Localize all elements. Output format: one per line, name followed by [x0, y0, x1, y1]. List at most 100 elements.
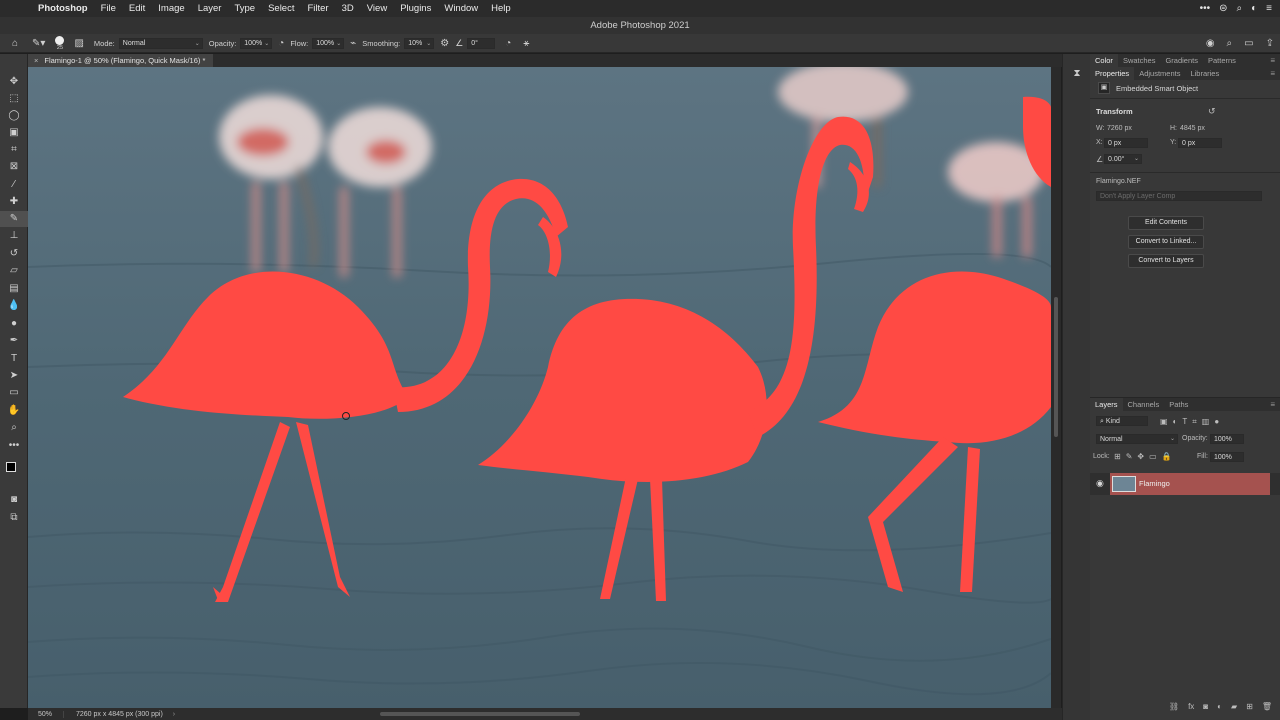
menu-help[interactable]: Help — [485, 3, 518, 14]
gradient-tool-icon[interactable]: ▤ — [0, 281, 28, 297]
new-group-icon[interactable]: ▰ — [1231, 702, 1237, 711]
edit-contents-button[interactable]: Edit Contents — [1128, 216, 1204, 230]
pressure-opacity-icon[interactable]: ◔ — [278, 38, 284, 49]
horizontal-scroll-thumb[interactable] — [380, 712, 580, 716]
layer-row[interactable]: ◉ Flamingo — [1090, 473, 1280, 495]
menu-select[interactable]: Select — [262, 3, 301, 14]
dodge-tool-icon[interactable]: ● — [0, 316, 28, 332]
screen-mode-icon[interactable]: ⧉ — [0, 510, 28, 526]
type-tool-icon[interactable]: T — [0, 351, 28, 367]
link-layers-icon[interactable]: ⛓ — [1169, 702, 1179, 711]
convert-to-linked-button[interactable]: Convert to Linked... — [1128, 235, 1204, 249]
new-layer-icon[interactable]: ⊞ — [1246, 702, 1253, 711]
y-field[interactable]: 0 px — [1178, 138, 1222, 148]
menu-filter[interactable]: Filter — [301, 3, 335, 14]
user-icon[interactable]: ◉ — [1206, 38, 1215, 49]
tab-properties[interactable]: Properties — [1090, 67, 1135, 80]
fill-field[interactable]: 100% — [1210, 452, 1244, 462]
flow-field[interactable]: 100% ⌄ — [312, 37, 345, 49]
document-canvas[interactable] — [28, 67, 1051, 708]
menu-plugins[interactable]: Plugins — [394, 3, 438, 14]
quick-mask-mode-icon[interactable]: ◙ — [0, 492, 28, 508]
tab-gradients[interactable]: Gradients — [1160, 54, 1203, 67]
tab-adjustments[interactable]: Adjustments — [1134, 67, 1185, 80]
tab-libraries[interactable]: Libraries — [1185, 67, 1224, 80]
crop-tool-icon[interactable]: ⌗ — [0, 142, 28, 158]
x-field[interactable]: 0 px — [1104, 138, 1148, 148]
brush-angle-field[interactable]: 0° — [467, 37, 496, 49]
control-center-icon[interactable]: ⊜ — [1219, 3, 1227, 14]
menu-image[interactable]: Image — [152, 3, 191, 14]
color-swatches[interactable] — [0, 456, 28, 482]
rectangle-tool-icon[interactable]: ▭ — [0, 385, 28, 401]
pressure-size-icon[interactable]: ◔ — [505, 38, 511, 49]
delete-layer-icon[interactable]: 🗑 — [1262, 702, 1272, 711]
search-icon[interactable]: ⌕ — [1237, 3, 1243, 14]
adjustment-layer-icon[interactable]: ◐ — [1217, 702, 1222, 711]
menu-view[interactable]: View — [360, 3, 393, 14]
lasso-tool-icon[interactable]: ◯ — [0, 108, 28, 124]
layer-filter-kind[interactable]: ⌕ Kind — [1096, 416, 1148, 426]
move-tool-icon[interactable]: ✥ — [0, 74, 28, 90]
eyedropper-tool-icon[interactable]: ⁄ — [0, 177, 28, 193]
airbrush-icon[interactable]: ⌁ — [350, 38, 356, 49]
convert-to-layers-button[interactable]: Convert to Layers — [1128, 254, 1204, 268]
menu-window[interactable]: Window — [438, 3, 485, 14]
width-value[interactable]: 7260 px — [1107, 125, 1132, 132]
pen-tool-icon[interactable]: ✒ — [0, 333, 28, 349]
brush-settings-icon[interactable]: ▨ — [74, 38, 83, 49]
panel-menu-icon[interactable]: ≡ — [1270, 67, 1275, 80]
menu-3d[interactable]: 3D — [335, 3, 360, 14]
symmetry-icon[interactable]: ⚹ — [523, 38, 529, 49]
workspace-icon[interactable]: ▭ — [1244, 38, 1253, 49]
foreground-color-swatch[interactable] — [6, 462, 16, 472]
opacity-field[interactable]: 100% ⌄ — [240, 37, 273, 49]
hand-tool-icon[interactable]: ✋ — [0, 403, 28, 419]
panel-menu-icon[interactable]: ≡ — [1270, 398, 1275, 411]
layer-comp-select[interactable]: Don't Apply Layer Comp — [1096, 191, 1262, 201]
zoom-tool-icon[interactable]: ⌕ — [0, 420, 28, 436]
mode-select[interactable]: Normal ⌄ — [118, 37, 203, 49]
frame-tool-icon[interactable]: ⊠ — [0, 159, 28, 175]
add-mask-icon[interactable]: ◙ — [1203, 702, 1208, 711]
document-tab[interactable]: × Flamingo-1 @ 50% (Flamingo, Quick Mask/… — [28, 54, 214, 67]
brush-size-picker[interactable]: 25 — [55, 35, 65, 51]
lock-icons[interactable]: ⊞✎✥▭🔒 — [1114, 452, 1177, 461]
status-info-arrow[interactable]: › — [173, 711, 175, 718]
siri-icon[interactable]: ◐ — [1251, 3, 1257, 14]
home-icon[interactable]: ⌂ — [12, 38, 18, 49]
object-selection-tool-icon[interactable]: ▣ — [0, 125, 28, 141]
height-value[interactable]: 4845 px — [1180, 125, 1205, 132]
more-icon[interactable]: ••• — [1200, 3, 1211, 14]
path-selection-tool-icon[interactable]: ➤ — [0, 368, 28, 384]
history-brush-tool-icon[interactable]: ↺ — [0, 246, 28, 262]
clone-stamp-tool-icon[interactable]: ⊥ — [0, 228, 28, 244]
menu-type[interactable]: Type — [228, 3, 262, 14]
menu-edit[interactable]: Edit — [122, 3, 151, 14]
layer-name[interactable]: Flamingo — [1139, 479, 1170, 488]
brush-tool-icon[interactable]: ✎ — [0, 211, 28, 227]
panel-menu-icon[interactable]: ≡ — [1270, 54, 1275, 67]
tab-swatches[interactable]: Swatches — [1118, 54, 1161, 67]
share-icon[interactable]: ⇪ — [1266, 38, 1274, 49]
brush-preset-icon[interactable]: ✎▾ — [32, 38, 45, 49]
history-panel-icon[interactable]: ⧗ — [1063, 68, 1091, 79]
tab-layers[interactable]: Layers — [1090, 398, 1123, 411]
tab-channels[interactable]: Channels — [1123, 398, 1165, 411]
blend-mode-select[interactable]: Normal ⌄ — [1096, 434, 1178, 444]
layer-filter-icons[interactable]: ▣◐T⌗▥● — [1160, 417, 1224, 427]
tab-paths[interactable]: Paths — [1164, 398, 1193, 411]
edit-toolbar-icon[interactable]: ••• — [0, 438, 28, 454]
reset-transform-icon[interactable]: ↺ — [1208, 106, 1216, 117]
layer-style-icon[interactable]: fx — [1188, 702, 1194, 711]
vertical-scroll-thumb[interactable] — [1054, 297, 1058, 437]
healing-brush-tool-icon[interactable]: ✚ — [0, 194, 28, 210]
zoom-level[interactable]: 50% — [28, 710, 64, 718]
layer-opacity-field[interactable]: 100% — [1210, 434, 1244, 444]
tab-color[interactable]: Color — [1090, 54, 1118, 67]
eraser-tool-icon[interactable]: ▱ — [0, 263, 28, 279]
smoothing-field[interactable]: 10% ⌄ — [404, 37, 435, 49]
menu-layer[interactable]: Layer — [191, 3, 228, 14]
notification-center-icon[interactable]: ≡ — [1266, 3, 1272, 14]
tab-patterns[interactable]: Patterns — [1203, 54, 1241, 67]
